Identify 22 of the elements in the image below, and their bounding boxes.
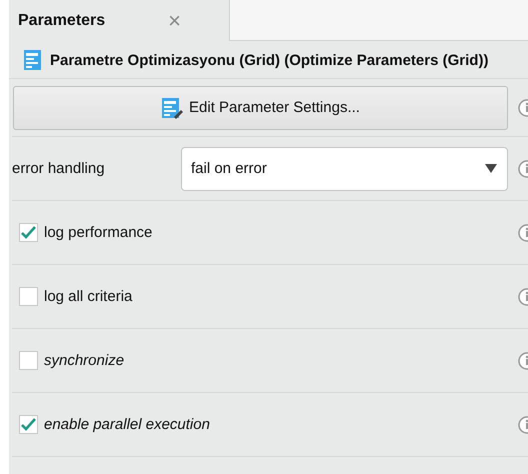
operator-title: Parametre Optimizasyonu (Grid) (Optimize Parameters (Grid)) (50, 51, 488, 71)
edit-parameter-settings-button[interactable]: Edit Parameter Settings... (13, 86, 508, 130)
checkbox[interactable] (19, 287, 38, 306)
error-handling-dropdown[interactable]: fail on error (181, 146, 508, 190)
info-icon[interactable] (518, 98, 528, 116)
checkbox-label: log performance (44, 224, 154, 241)
info-icon[interactable] (518, 352, 528, 370)
info-icon[interactable] (518, 160, 528, 178)
document-icon (23, 49, 42, 71)
checkbox[interactable] (19, 351, 38, 370)
checkbox-label: log all criteria (44, 288, 134, 305)
checkbox-label: enable parallel execution (44, 416, 211, 433)
info-icon[interactable] (518, 224, 528, 242)
parameter-label: error handling (12, 160, 106, 177)
parameters-tab[interactable]: Parameters × (9, 0, 230, 41)
checkbox[interactable] (19, 223, 38, 242)
dropdown-arrow-icon (485, 164, 497, 173)
checkbox[interactable] (19, 415, 38, 434)
checkbox-label: synchronize (44, 352, 126, 369)
info-icon[interactable] (518, 288, 528, 306)
info-icon[interactable] (518, 416, 528, 434)
edit-document-icon (161, 96, 184, 118)
